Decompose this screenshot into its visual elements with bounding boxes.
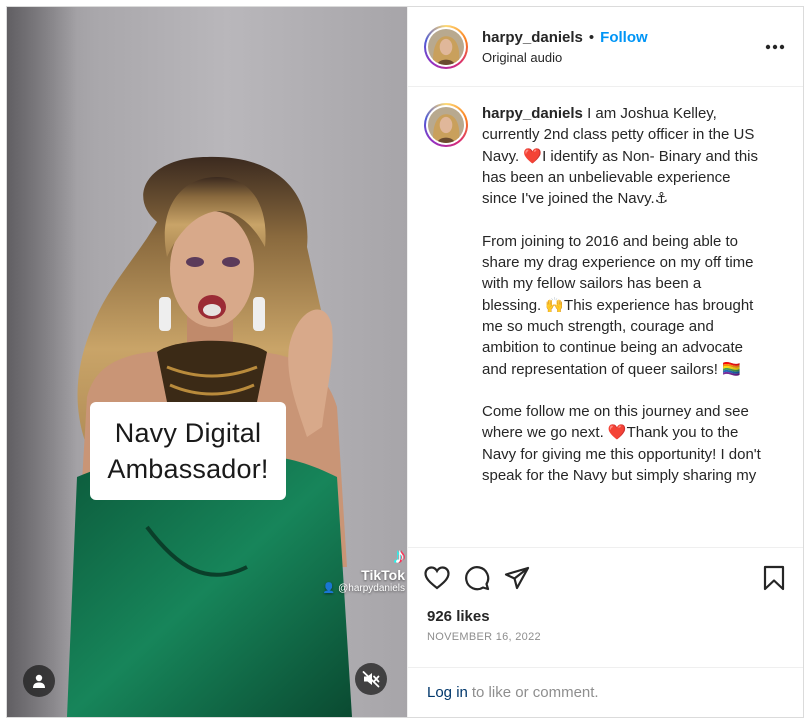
username-link[interactable]: harpy_daniels: [482, 29, 583, 46]
login-link[interactable]: Log in: [427, 684, 468, 701]
tiktok-brand: TikTok: [361, 567, 405, 583]
caption-text: harpy_daniels I am Joshua Kelley, curren…: [482, 103, 764, 531]
header-row: harpy_daniels • Follow: [482, 29, 763, 46]
save-button[interactable]: [763, 558, 787, 598]
tagged-users-button[interactable]: [23, 665, 55, 697]
post-header: harpy_daniels • Follow Original audio: [408, 7, 803, 87]
post-date[interactable]: NOVEMBER 16, 2022: [408, 625, 803, 643]
mute-toggle-button[interactable]: [355, 663, 387, 695]
caption-section: harpy_daniels I am Joshua Kelley, curren…: [408, 87, 803, 548]
post-video[interactable]: Navy Digital Ambassador! ♪ TikTok 👤 @har…: [7, 7, 407, 717]
avatar: [428, 28, 464, 65]
action-bar: [408, 548, 803, 608]
comment-icon: [465, 566, 490, 591]
caption-avatar: [428, 107, 464, 143]
login-prompt: Log in to like or comment.: [408, 667, 803, 717]
post-details-panel: harpy_daniels • Follow Original audio ha…: [407, 7, 803, 717]
like-button[interactable]: [424, 558, 464, 598]
bookmark-icon: [763, 565, 785, 591]
caption-paragraph-2: From joining to 2016 and being able to s…: [482, 232, 754, 378]
follow-button[interactable]: Follow: [600, 29, 648, 46]
tiktok-logo-icon: ♪: [394, 543, 405, 568]
video-text-overlay: Navy Digital Ambassador!: [90, 402, 286, 500]
overlay-line-2: Ambassador!: [107, 454, 269, 484]
person-small-icon: 👤: [322, 583, 336, 594]
audio-label[interactable]: Original audio: [482, 50, 763, 65]
tiktok-watermark: ♪ TikTok 👤 @harpydaniels: [315, 543, 405, 595]
caption-username[interactable]: harpy_daniels: [482, 105, 583, 122]
caption-story-ring[interactable]: [424, 103, 468, 147]
person-icon: [33, 674, 45, 688]
speaker-muted-icon: [362, 671, 380, 688]
video-frame-person: [67, 156, 352, 717]
share-button[interactable]: [504, 558, 544, 598]
header-text: harpy_daniels • Follow Original audio: [482, 29, 763, 65]
login-prompt-text: to like or comment.: [471, 684, 599, 701]
tiktok-handle-text: @harpydaniels: [338, 583, 405, 594]
likes-count[interactable]: 926 likes: [408, 608, 803, 625]
tiktok-handle: 👤 @harpydaniels: [315, 583, 405, 594]
more-options-button[interactable]: [763, 35, 787, 59]
heart-icon: [424, 566, 450, 590]
caption-paragraph-1: harpy_daniels I am Joshua Kelley, curren…: [482, 103, 764, 209]
separator-dot: •: [588, 28, 595, 46]
ellipsis-icon: [765, 44, 785, 49]
story-ring[interactable]: [424, 24, 468, 69]
instagram-post: Navy Digital Ambassador! ♪ TikTok 👤 @har…: [6, 6, 804, 718]
caption-paragraph-3: Come follow me on this journey and see w…: [482, 403, 761, 485]
share-icon: [504, 566, 530, 590]
comment-button[interactable]: [464, 558, 504, 598]
overlay-line-1: Navy Digital: [114, 418, 262, 448]
